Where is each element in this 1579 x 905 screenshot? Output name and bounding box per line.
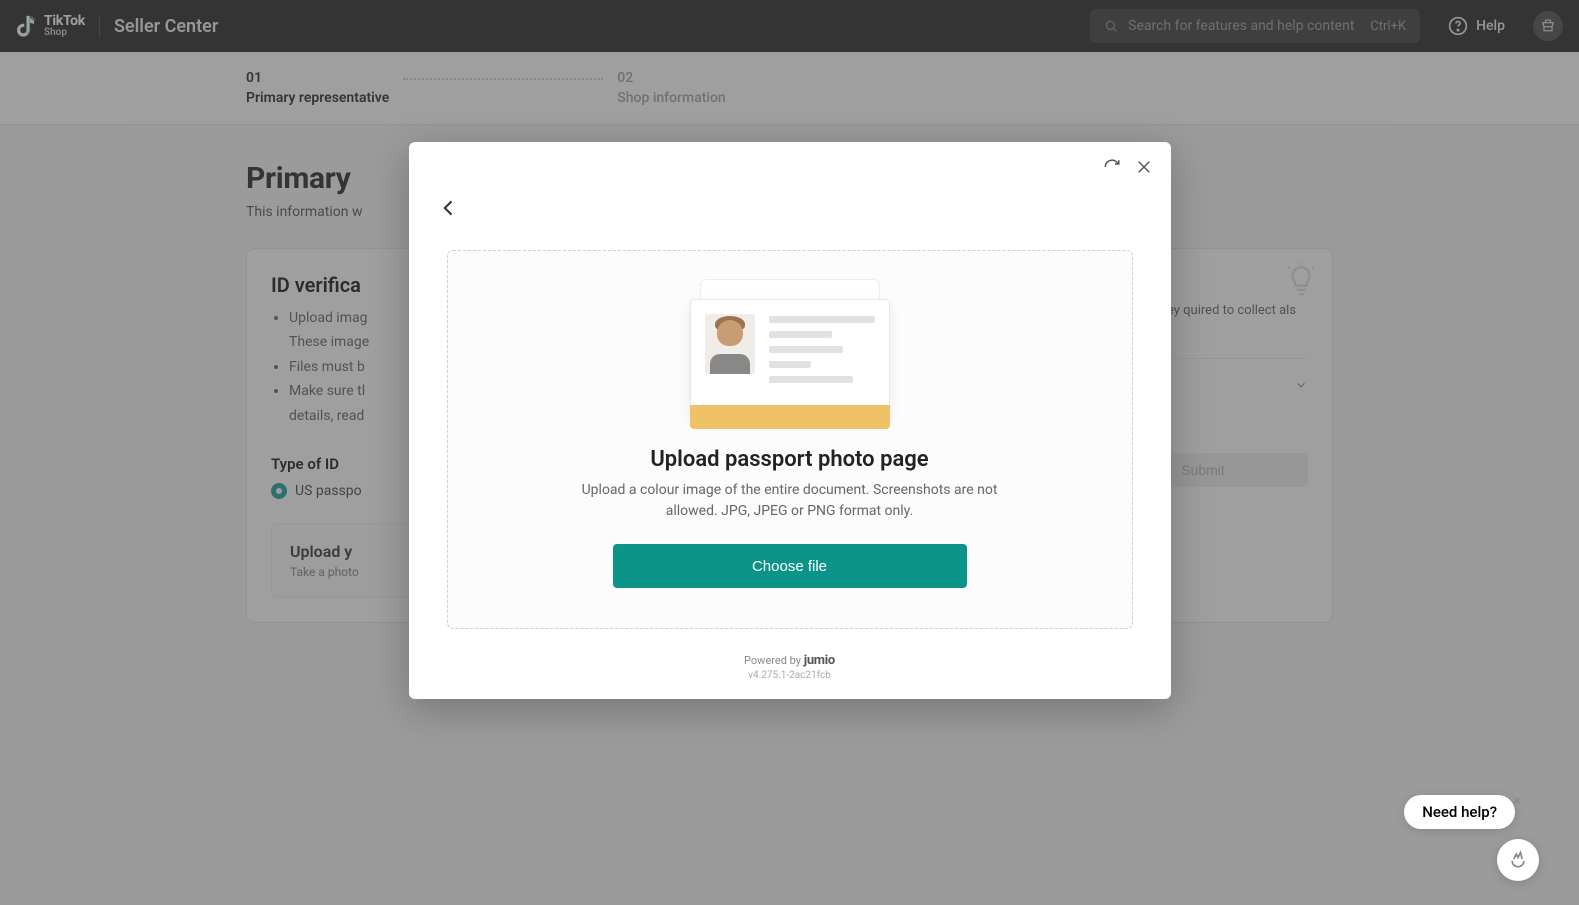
need-help-bubble[interactable]: Need help? — [1404, 795, 1515, 829]
wave-icon — [1508, 850, 1528, 870]
upload-dropzone[interactable]: Upload passport photo page Upload a colo… — [447, 250, 1133, 629]
version-text: v4.275.1-2ac21fcb — [433, 670, 1147, 681]
refresh-icon[interactable] — [1103, 158, 1121, 176]
need-help-close[interactable]: × — [1514, 793, 1521, 809]
modal-overlay[interactable]: Upload passport photo page Upload a colo… — [0, 0, 1579, 905]
powered-by: Powered by jumio — [433, 653, 1147, 668]
choose-file-button[interactable]: Choose file — [613, 544, 967, 588]
need-help-text: Need help? — [1422, 803, 1497, 821]
modal-description: Upload a colour image of the entire docu… — [570, 480, 1010, 522]
close-icon[interactable] — [1135, 158, 1153, 176]
upload-modal: Upload passport photo page Upload a colo… — [409, 142, 1171, 699]
back-button[interactable] — [439, 198, 459, 222]
powered-by-label: Powered by — [744, 654, 801, 667]
id-illustration — [690, 279, 890, 429]
modal-title: Upload passport photo page — [480, 447, 1100, 472]
powered-by-brand: jumio — [804, 653, 835, 668]
chevron-left-icon — [439, 198, 459, 218]
chat-fab[interactable] — [1497, 839, 1539, 881]
